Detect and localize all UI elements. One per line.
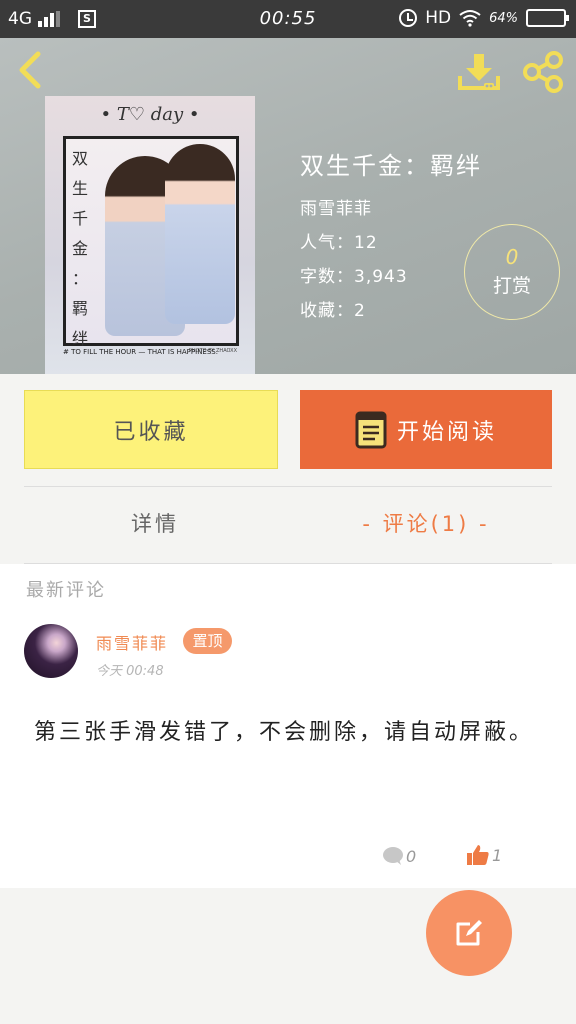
reward-button[interactable]: 0 打赏 [464, 224, 560, 320]
cover-vertical-title: 双 生 千 金 ： 羁 绊 [69, 144, 91, 354]
book-icon [355, 411, 387, 448]
edit-icon [456, 920, 482, 946]
book-popularity: 人气：12 [300, 233, 378, 253]
share-button[interactable] [520, 50, 566, 94]
comment-section: 最新评论 雨雪菲菲 置顶 今天 00:48 第三张手滑发错了，不会删除，请自动屏… [0, 564, 576, 888]
comment-username[interactable]: 雨雪菲菲 [96, 630, 168, 654]
book-cover[interactable]: • T♡ day • 双 生 千 金 ： 羁 绊 # TO FILL THE H… [45, 96, 255, 374]
share-icon [523, 51, 563, 93]
cover-char: 千 [71, 209, 88, 228]
book-header: • T♡ day • 双 生 千 金 ： 羁 绊 # TO FILL THE H… [0, 38, 576, 374]
start-reading-label: 开始阅读 [396, 419, 497, 445]
cover-char: 双 [71, 149, 88, 168]
like-count: 1 [492, 845, 503, 865]
cover-today-text: • T♡ day • [100, 104, 200, 125]
book-favorites: 收藏：2 [300, 301, 366, 321]
reply-count: 0 [406, 846, 417, 866]
favorited-button[interactable]: 已收藏 [24, 390, 278, 469]
cover-person-right [165, 144, 235, 324]
book-title: 双生千金：羁绊 [300, 152, 482, 180]
avatar[interactable] [24, 624, 78, 678]
favorited-label: 已收藏 [113, 419, 189, 445]
cover-char: 生 [71, 179, 88, 198]
battery-icon [526, 9, 569, 27]
back-button[interactable] [14, 50, 50, 90]
like-button[interactable]: 1 [466, 844, 502, 866]
cover-credit: PHOTO BY ZHAOXX [188, 348, 237, 354]
latest-comments-label: 最新评论 [26, 580, 106, 601]
comment-text: 第三张手滑发错了，不会删除，请自动屏蔽。 [34, 720, 535, 745]
comment-time: 今天 00:48 [96, 664, 164, 679]
cover-char: 羁 [71, 299, 88, 318]
wifi-icon [459, 10, 481, 27]
tab-detail[interactable]: 详情 [0, 508, 310, 544]
book-author[interactable]: 雨雪菲菲 [300, 194, 372, 219]
comment-bubble-icon [383, 847, 403, 865]
thumbs-up-icon [467, 845, 489, 865]
download-icon [458, 54, 500, 90]
reward-amount: 0 [505, 245, 519, 269]
tab-comments[interactable]: - 评论(1) - [300, 508, 552, 544]
hd-label: HD [425, 8, 452, 28]
battery-text: 64% [489, 10, 518, 26]
cover-char: 金 [71, 239, 88, 258]
reply-button[interactable]: 0 [382, 846, 416, 866]
status-right: HD 64% [399, 8, 569, 28]
start-reading-button[interactable]: 开始阅读 [300, 390, 552, 469]
cover-char: ： [71, 269, 88, 288]
download-button[interactable] [456, 50, 502, 94]
alarm-icon [399, 9, 418, 27]
book-word-count: 字数：3,943 [300, 267, 408, 287]
back-arrow-icon [19, 51, 41, 89]
status-bar: 4G S 00:55 HD 64% [0, 0, 576, 38]
reward-label: 打赏 [492, 275, 531, 297]
write-comment-button[interactable] [426, 890, 512, 976]
pinned-badge: 置顶 [183, 628, 232, 654]
divider-top [24, 486, 552, 487]
